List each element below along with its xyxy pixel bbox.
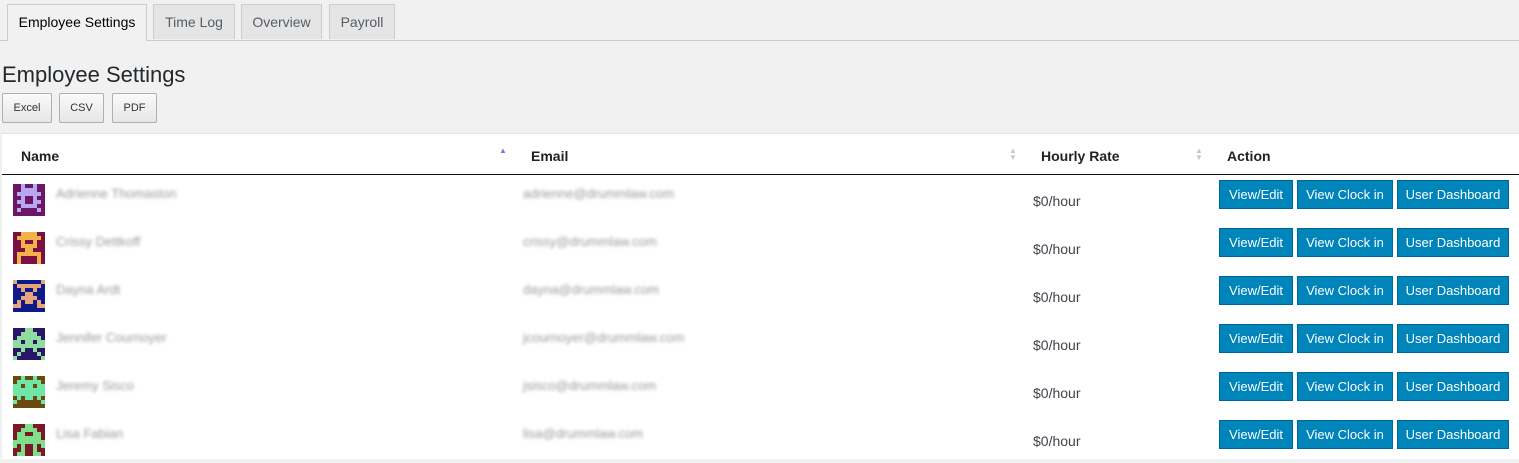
hourly-rate: $0/hour <box>1033 337 1081 353</box>
avatar <box>13 328 45 360</box>
user-dashboard-button[interactable]: User Dashboard <box>1397 420 1509 449</box>
table-row: Jeremy Sisco jsisco@drummlaw.com $0/hour Vi… <box>2 367 1519 415</box>
hourly-rate: $0/hour <box>1033 433 1081 449</box>
sort-icon[interactable]: ▲ ▼ <box>1009 147 1017 162</box>
employee-table: Name ▲ Email ▲ ▼ Hourly Rate ▲ ▼ Action Ad… <box>2 133 1519 459</box>
tab-bar: Employee Settings Time Log Overview Payr… <box>0 0 1519 41</box>
column-header-name[interactable]: Name <box>21 147 59 165</box>
employee-email: crissy@drummlaw.com <box>523 234 657 249</box>
tab-employee-settings[interactable]: Employee Settings <box>7 4 147 41</box>
table-row: Adrienne Thomaston adrienne@drummlaw.com $… <box>2 175 1519 223</box>
user-dashboard-button[interactable]: User Dashboard <box>1397 324 1509 353</box>
column-header-action: Action <box>1227 148 1271 164</box>
avatar <box>13 184 45 216</box>
employee-name: Dayna Ardt <box>56 282 121 297</box>
employee-email: dayna@drummlaw.com <box>523 282 660 297</box>
employee-email: adrienne@drummlaw.com <box>523 186 675 201</box>
user-dashboard-button[interactable]: User Dashboard <box>1397 372 1509 401</box>
tab-time-log[interactable]: Time Log <box>153 4 235 39</box>
export-pdf-button[interactable]: PDF <box>112 93 157 123</box>
hourly-rate: $0/hour <box>1033 193 1081 209</box>
employee-email: jcournoyer@drummlaw.com <box>523 330 685 345</box>
employee-name: Jeremy Sisco <box>56 378 135 393</box>
table-row: Jennifer Cournoyer jcournoyer@drummlaw.co… <box>2 319 1519 367</box>
view-clock-in-button[interactable]: View Clock in <box>1297 372 1393 401</box>
column-header-email[interactable]: Email <box>531 147 568 165</box>
avatar <box>13 232 45 264</box>
avatar <box>13 376 45 408</box>
view-edit-button[interactable]: View/Edit <box>1219 420 1293 449</box>
hourly-rate: $0/hour <box>1033 241 1081 257</box>
user-dashboard-button[interactable]: User Dashboard <box>1397 180 1509 209</box>
export-excel-button[interactable]: Excel <box>2 93 52 123</box>
sort-ascending-icon[interactable]: ▲ <box>499 147 507 155</box>
user-dashboard-button[interactable]: User Dashboard <box>1397 228 1509 257</box>
employee-email: lisa@drummlaw.com <box>523 426 644 441</box>
view-clock-in-button[interactable]: View Clock in <box>1297 228 1393 257</box>
column-header-hourly-rate[interactable]: Hourly Rate <box>1041 147 1120 165</box>
employee-name: Jennifer Cournoyer <box>56 330 167 345</box>
table-row: Lisa Fabian lisa@drummlaw.com $0/hour View/… <box>2 415 1519 463</box>
view-edit-button[interactable]: View/Edit <box>1219 180 1293 209</box>
view-edit-button[interactable]: View/Edit <box>1219 228 1293 257</box>
avatar <box>13 280 45 312</box>
view-edit-button[interactable]: View/Edit <box>1219 276 1293 305</box>
employee-name: Adrienne Thomaston <box>56 186 177 201</box>
tab-payroll[interactable]: Payroll <box>329 4 395 39</box>
employee-email: jsisco@drummlaw.com <box>523 378 657 393</box>
hourly-rate: $0/hour <box>1033 289 1081 305</box>
employee-name: Lisa Fabian <box>56 426 124 441</box>
view-clock-in-button[interactable]: View Clock in <box>1297 420 1393 449</box>
table-row: Dayna Ardt dayna@drummlaw.com $0/hour View/… <box>2 271 1519 319</box>
view-clock-in-button[interactable]: View Clock in <box>1297 180 1393 209</box>
view-edit-button[interactable]: View/Edit <box>1219 324 1293 353</box>
hourly-rate: $0/hour <box>1033 385 1081 401</box>
avatar <box>13 424 45 456</box>
employee-name: Crissy Dettkoff <box>56 234 141 249</box>
table-row: Crissy Dettkoff crissy@drummlaw.com $0/hou… <box>2 223 1519 271</box>
export-csv-button[interactable]: CSV <box>59 93 104 123</box>
view-edit-button[interactable]: View/Edit <box>1219 372 1293 401</box>
view-clock-in-button[interactable]: View Clock in <box>1297 324 1393 353</box>
sort-icon[interactable]: ▲ ▼ <box>1195 147 1203 162</box>
view-clock-in-button[interactable]: View Clock in <box>1297 276 1393 305</box>
tab-overview[interactable]: Overview <box>241 4 322 39</box>
user-dashboard-button[interactable]: User Dashboard <box>1397 276 1509 305</box>
page-title: Employee Settings <box>2 62 186 87</box>
